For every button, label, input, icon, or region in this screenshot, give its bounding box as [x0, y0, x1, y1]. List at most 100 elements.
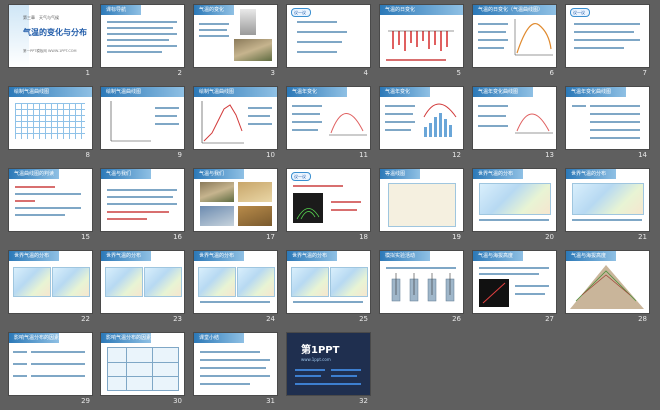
slide-thumbnail-25[interactable]: 世界气温的分布: [287, 251, 370, 313]
slide-number: 12: [452, 151, 461, 159]
slide-thumbnail-15[interactable]: 气温曲线图的判读: [9, 169, 92, 231]
world-map: [13, 267, 51, 297]
contour-map: [293, 193, 323, 223]
slide-thumbnail-24[interactable]: 世界气温的分布: [194, 251, 277, 313]
slide-number: 14: [638, 151, 647, 159]
slide-title: 气温的变化与分布: [23, 28, 87, 37]
slide-thumbnail-6[interactable]: 气温的日变化（气温曲线图）: [473, 5, 556, 67]
slide-thumbnail-9[interactable]: 绘制气温曲线图: [101, 87, 184, 149]
slide-number: 10: [266, 151, 275, 159]
world-map: [237, 267, 275, 297]
slide-number: 1: [85, 69, 90, 77]
slide-thumbnail-27[interactable]: 气温与海拔高度: [473, 251, 556, 313]
brand-url: www.1ppt.com: [301, 357, 331, 362]
slide-number: 25: [359, 315, 368, 323]
temperature-curve-graphic: [515, 113, 553, 134]
slide-header: 世界气温的分布: [14, 253, 50, 259]
temperature-curve-graphic: [201, 101, 244, 144]
discussion-badge: 议一议: [291, 172, 311, 181]
slide-number: 18: [359, 233, 368, 241]
slide-thumbnail-12[interactable]: 气温年变化: [380, 87, 463, 149]
slide-thumbnail-28[interactable]: 气温与海拔高度: [566, 251, 649, 313]
slide-number: 3: [270, 69, 275, 77]
slide-kicker: 第三章 天气与气候: [23, 15, 59, 20]
slide-thumbnail-29[interactable]: 影响气温分布的因素: [9, 333, 92, 395]
slide-number: 6: [549, 69, 554, 77]
slide-header: 影响气温分布的因素: [106, 335, 152, 341]
grid-graphic: [15, 103, 85, 139]
slide-header: 气温的变化: [199, 7, 225, 13]
slide-number: 22: [81, 315, 90, 323]
slide-thumbnail-22[interactable]: 世界气温的分布: [9, 251, 92, 313]
world-map: [330, 267, 368, 297]
slide-thumbnail-7[interactable]: 议一议: [566, 5, 649, 67]
slide-number: 21: [638, 233, 647, 241]
world-map: [198, 267, 236, 297]
slide-header: 世界气温的分布: [478, 171, 514, 177]
thermometer-experiment-graphic: [391, 273, 455, 302]
slide-thumbnail-3[interactable]: 气温的变化: [194, 5, 277, 67]
slide-thumbnail-16[interactable]: 气温与我们: [101, 169, 184, 231]
slide-thumbnail-11[interactable]: 气温年变化: [287, 87, 370, 149]
slide-thumbnail-1[interactable]: 第三章 天气与气候 气温的变化与分布 第一PPT模板网 WWW.1PPT.COM: [9, 5, 92, 67]
slide-thumbnail-19[interactable]: 等温线图: [380, 169, 463, 231]
slide-number: 11: [359, 151, 368, 159]
slide-header: 气温与我们: [199, 171, 225, 177]
slide-number: 7: [642, 69, 647, 77]
photo: [238, 206, 272, 226]
mountain-illustration: [570, 265, 644, 309]
factors-table: [107, 347, 179, 391]
slide-thumbnail-5[interactable]: 气温的日变化: [380, 5, 463, 67]
slide-number: 8: [85, 151, 90, 159]
slide-number: 24: [266, 315, 275, 323]
photo: [200, 182, 234, 202]
bar-chart-graphic: [423, 103, 457, 137]
slide-thumbnail-4[interactable]: 议一议: [287, 5, 370, 67]
slide-number: 5: [456, 69, 461, 77]
slide-thumbnail-10[interactable]: 绘制气温曲线图: [194, 87, 277, 149]
world-map: [144, 267, 182, 297]
slide-thumbnail-26[interactable]: 模拟实验活动: [380, 251, 463, 313]
slide-thumbnail-14[interactable]: 气温年变化曲线图: [566, 87, 649, 149]
slide-header: 世界气温的分布: [106, 253, 142, 259]
world-map: [291, 267, 329, 297]
slide-number: 29: [81, 397, 90, 405]
slide-thumbnail-17[interactable]: 气温与我们: [194, 169, 277, 231]
slide-number: 28: [638, 315, 647, 323]
slide-thumbnail-23[interactable]: 世界气温的分布: [101, 251, 184, 313]
slide-header: 课标导航: [106, 7, 127, 13]
slide-header: 等温线图: [385, 171, 406, 177]
slide-header: 影响气温分布的因素: [14, 335, 60, 341]
discussion-badge: 议一议: [570, 8, 590, 17]
slide-header: 课堂小结: [199, 335, 220, 341]
bar-chart-graphic: [388, 30, 454, 51]
slide-number: 2: [177, 69, 182, 77]
world-map: [479, 183, 551, 215]
discussion-badge: 议一议: [291, 8, 311, 17]
slide-thumbnail-30[interactable]: 影响气温分布的因素: [101, 333, 184, 395]
slide-number: 19: [452, 233, 461, 241]
slide-thumbnail-32[interactable]: 第1PPT www.1ppt.com: [287, 333, 370, 395]
slide-number: 32: [359, 397, 368, 405]
slide-header: 气温与海拔高度: [478, 253, 514, 259]
slide-thumbnail-8[interactable]: 绘制气温曲线图: [9, 87, 92, 149]
temperature-curve-graphic: [329, 113, 367, 136]
slide-thumbnail-18[interactable]: 议一议: [287, 169, 370, 231]
slide-header: 绘制气温曲线图: [14, 89, 50, 95]
slide-header: 世界气温的分布: [199, 253, 235, 259]
slide-header: 世界气温的分布: [292, 253, 328, 259]
slide-thumbnail-20[interactable]: 世界气温的分布: [473, 169, 556, 231]
slide-thumbnail-21[interactable]: 世界气温的分布: [566, 169, 649, 231]
slide-thumbnail-2[interactable]: 课标导航: [101, 5, 184, 67]
photo: [200, 206, 234, 226]
slide-number: 31: [266, 397, 275, 405]
slide-number: 26: [452, 315, 461, 323]
slide-thumbnail-31[interactable]: 课堂小结: [194, 333, 277, 395]
slide-header: 气温年变化曲线图: [571, 89, 612, 95]
slide-number: 15: [81, 233, 90, 241]
axes-graphic: [110, 101, 151, 142]
slide-number: 4: [363, 69, 368, 77]
brand-logo: 第1PPT: [301, 345, 340, 356]
slide-header: 世界气温的分布: [571, 171, 607, 177]
slide-thumbnail-13[interactable]: 气温年变化曲线图: [473, 87, 556, 149]
